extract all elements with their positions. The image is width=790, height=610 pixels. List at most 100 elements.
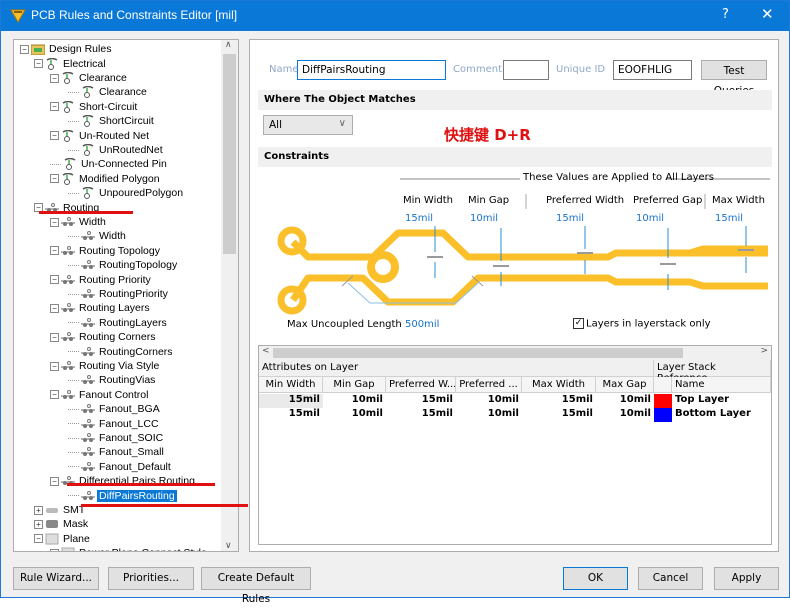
collapse-icon[interactable]: − (50, 246, 59, 256)
cell-pref-gap[interactable]: 10mil (456, 394, 522, 408)
table-scroll-thumb[interactable] (273, 348, 683, 358)
collapse-icon[interactable]: − (50, 217, 59, 227)
min-gap-value[interactable]: 10mil (470, 213, 498, 224)
column-header[interactable]: Max Gap (596, 377, 654, 393)
cell-max-width[interactable]: 15mil (522, 394, 596, 408)
cancel-button[interactable]: Cancel (638, 567, 703, 590)
apply-button[interactable]: Apply (714, 567, 779, 590)
tree-item[interactable]: Width (68, 229, 128, 243)
create-default-rules-button[interactable]: Create Default Rules (201, 567, 311, 605)
rule-name-input[interactable]: DiffPairsRouting (297, 60, 446, 80)
expand-icon[interactable]: + (34, 505, 43, 515)
collapse-icon[interactable]: − (50, 131, 59, 141)
collapse-icon[interactable]: − (50, 361, 59, 371)
tree-item[interactable]: + Mask (34, 517, 90, 531)
collapse-icon[interactable]: − (34, 59, 43, 69)
tree-item[interactable]: Un-Connected Pin (50, 157, 169, 171)
tree-item[interactable]: − Un-Routed Net (50, 128, 151, 142)
test-queries-button[interactable]: Test Queries (701, 60, 767, 97)
tree-item[interactable]: − Modified Polygon (50, 172, 162, 186)
tree-item[interactable]: Fanout_LCC (68, 416, 161, 430)
min-width-value[interactable]: 15mil (405, 213, 433, 224)
cell-pref-width[interactable]: 15mil (386, 394, 456, 408)
tree-item[interactable]: RoutingVias (68, 373, 157, 387)
collapse-icon[interactable]: − (50, 476, 59, 486)
layers-in-stack-checkbox[interactable]: ✓ Layers in layerstack only (573, 318, 711, 330)
max-uncoupled-value[interactable]: 500mil (405, 319, 439, 330)
tree-item[interactable]: RoutingCorners (68, 344, 175, 358)
tree-item[interactable]: − Plane (34, 532, 92, 546)
max-width-value[interactable]: 15mil (715, 213, 743, 224)
scroll-left-icon[interactable]: < (262, 346, 270, 356)
cell-max-gap[interactable]: 10mil (596, 394, 654, 408)
tree-vertical-scrollbar[interactable]: ∧ ∨ (221, 40, 238, 551)
column-header[interactable]: Preferred W... (386, 377, 456, 393)
collapse-icon[interactable]: − (50, 303, 59, 313)
cell-pref-gap[interactable]: 10mil (456, 408, 522, 422)
scroll-down-icon[interactable]: ∨ (225, 541, 232, 551)
collapse-icon[interactable]: − (50, 390, 59, 400)
priorities-button[interactable]: Priorities... (108, 567, 194, 590)
cell-layer-name[interactable]: Bottom Layer (672, 408, 771, 422)
match-scope-dropdown[interactable]: All ∨ (263, 115, 353, 135)
tree-item[interactable]: − Electrical (34, 56, 108, 70)
tree-item[interactable]: − Design Rules (20, 42, 113, 56)
close-button[interactable]: ✕ (761, 5, 774, 23)
expand-icon[interactable]: + (34, 519, 43, 529)
tree-item[interactable]: + Power Plane Connect Style (50, 546, 209, 551)
cell-max-width[interactable]: 15mil (522, 408, 596, 422)
tree-item[interactable]: + SMT (34, 503, 87, 517)
tree-item[interactable]: − Routing Via Style (50, 359, 161, 373)
cell-min-gap[interactable]: 10mil (323, 408, 386, 422)
tree-item[interactable]: RoutingTopology (68, 258, 179, 272)
column-header[interactable]: Preferred ... (456, 377, 522, 393)
help-button[interactable]: ? (722, 7, 729, 22)
tree-item[interactable]: − Short-Circuit (50, 100, 139, 114)
tree-item[interactable]: Fanout_BGA (68, 402, 162, 416)
collapse-icon[interactable]: − (20, 44, 29, 54)
tree-item[interactable]: − Routing Priority (50, 272, 153, 286)
column-header[interactable]: Max Width (522, 377, 596, 393)
cell-min-gap[interactable]: 10mil (323, 394, 386, 408)
column-header[interactable]: Min Gap (323, 377, 386, 393)
column-header[interactable]: Min Width (259, 377, 323, 393)
tree-item[interactable]: UnpouredPolygon (68, 186, 185, 200)
collapse-icon[interactable]: − (50, 102, 59, 112)
rule-wizard-button[interactable]: Rule Wizard... (13, 567, 99, 590)
preferred-gap-value[interactable]: 10mil (636, 213, 664, 224)
checkmark-icon[interactable]: ✓ (573, 318, 584, 329)
tree-item[interactable]: RoutingPriority (68, 287, 170, 301)
tree-item[interactable]: ShortCircuit (68, 114, 156, 128)
unique-id-input[interactable]: EOOFHLIG (613, 60, 692, 80)
scroll-up-icon[interactable]: ∧ (225, 40, 232, 50)
tree-item[interactable]: Fanout_Default (68, 460, 173, 474)
tree-item[interactable]: Fanout_Small (68, 445, 166, 459)
collapse-icon[interactable]: − (50, 332, 59, 342)
tree-item[interactable]: Clearance (68, 85, 149, 99)
scroll-right-icon[interactable]: > (760, 346, 768, 356)
table-horizontal-scrollbar[interactable]: < > (259, 346, 771, 360)
collapse-icon[interactable]: − (50, 73, 59, 83)
cell-min-width[interactable]: 15mil (259, 408, 323, 422)
comment-input[interactable] (503, 60, 549, 80)
column-header[interactable] (654, 377, 672, 393)
tree-scroll-thumb[interactable] (223, 54, 236, 254)
tree-item[interactable]: DiffPairsRouting (68, 488, 177, 502)
column-header[interactable]: Name (672, 377, 771, 393)
tree-item[interactable]: RoutingLayers (68, 316, 169, 330)
tree-item[interactable]: − Routing Corners (50, 330, 157, 344)
tree-item[interactable]: UnRoutedNet (68, 143, 165, 157)
cell-min-width[interactable]: 15mil (259, 394, 323, 408)
expand-icon[interactable]: + (50, 548, 59, 551)
tree-item[interactable]: − Routing Topology (50, 244, 162, 258)
cell-max-gap[interactable]: 10mil (596, 408, 654, 422)
tree-item[interactable]: − Routing Layers (50, 301, 152, 315)
collapse-icon[interactable]: − (50, 275, 59, 285)
cell-pref-width[interactable]: 15mil (386, 408, 456, 422)
tree-item[interactable]: − Clearance (50, 71, 129, 85)
collapse-icon[interactable]: − (34, 534, 43, 544)
ok-button[interactable]: OK (563, 567, 628, 590)
tree-item[interactable]: − Fanout Control (50, 388, 150, 402)
preferred-width-value[interactable]: 15mil (556, 213, 584, 224)
tree-item[interactable]: − Width (50, 215, 108, 229)
